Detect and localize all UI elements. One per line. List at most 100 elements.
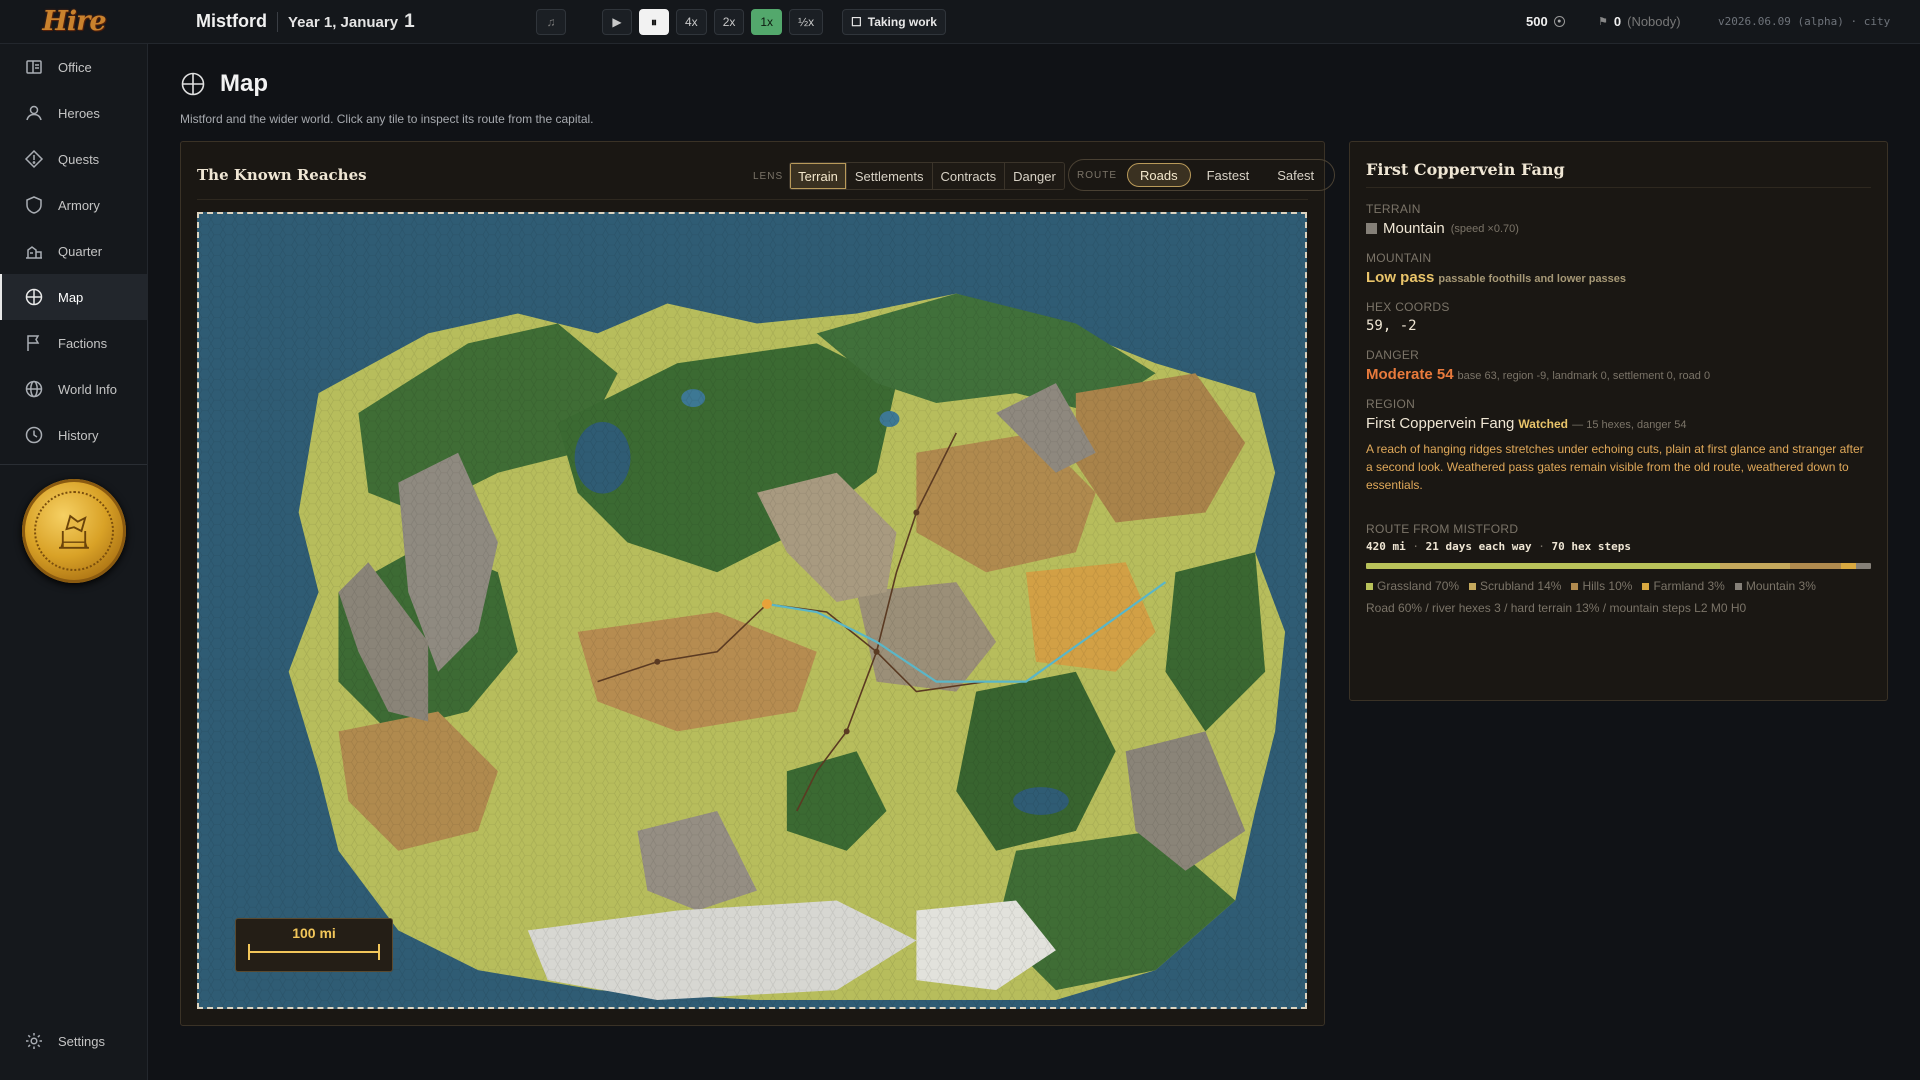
page-subtitle: Mistford and the wider world. Click any …: [180, 112, 594, 126]
speed-half-button[interactable]: ½x: [789, 9, 824, 35]
lens-danger-button[interactable]: Danger: [1005, 163, 1064, 189]
route-stats: 420 mi · 21 days each way · 70 hex steps: [1366, 540, 1871, 553]
lens-selector: LENS Terrain Settlements Contracts Dange…: [753, 162, 1065, 190]
sidebar-item-map[interactable]: Map: [0, 274, 147, 320]
version-label: v2026.06.09 (alpha) · city: [1718, 15, 1891, 28]
terrain-swatch: [1366, 223, 1377, 234]
capital-marker[interactable]: [761, 599, 772, 610]
section-label: MOUNTAIN: [1366, 251, 1432, 265]
terrain-mix-legend-item: Hills 10%: [1571, 579, 1632, 593]
region-name[interactable]: First Coppervein Fang: [1366, 415, 1514, 432]
settlement-marker[interactable]: [654, 658, 661, 665]
region-description: A reach of hanging ridges stretches unde…: [1366, 442, 1864, 492]
sidebar-item-armory[interactable]: Armory: [0, 182, 147, 228]
legend-label: Farmland 3%: [1653, 579, 1725, 593]
separator: ·: [1538, 540, 1545, 553]
region-status-badge: Watched: [1518, 417, 1568, 431]
route-selector: ROUTE Roads Fastest Safest: [1068, 159, 1336, 191]
speed-1x-button[interactable]: 1x: [751, 9, 783, 35]
section-label: TERRAIN: [1366, 202, 1421, 216]
lens-segmented-control: Terrain Settlements Contracts Danger: [789, 162, 1065, 190]
page-title: Map: [180, 70, 268, 98]
route-roads-button[interactable]: Roads: [1127, 163, 1191, 187]
lens-settlements-button[interactable]: Settlements: [846, 163, 933, 189]
route-days: 21 days each way: [1425, 540, 1532, 553]
legend-label: Grassland 70%: [1377, 579, 1460, 593]
terrain-mix-segment: [1366, 563, 1720, 569]
sidebar-item-factions[interactable]: Factions: [0, 320, 147, 366]
gear-icon: [24, 1031, 44, 1051]
music-toggle-button[interactable]: ♫: [536, 9, 566, 35]
tile-info-panel: First Coppervein Fang TERRAIN Mountain (…: [1349, 141, 1888, 701]
sidebar-item-office[interactable]: Office: [0, 44, 147, 90]
settlement-marker[interactable]: [843, 728, 850, 735]
tile-title: First Coppervein Fang: [1366, 160, 1871, 188]
mountain-value: Low pass passable foothills and lower pas…: [1366, 269, 1871, 286]
terrain-mix-segment: [1719, 563, 1791, 569]
page-heading: Map: [220, 70, 268, 97]
gold-amount: 500: [1526, 14, 1548, 29]
terrain-mix-segment: [1855, 563, 1871, 569]
sidebar-item-label: Map: [58, 289, 84, 305]
scale-bar: [248, 944, 380, 960]
route-footnote: Road 60% / river hexes 3 / hard terrain …: [1366, 601, 1747, 615]
sidebar-item-label: Quarter: [58, 243, 103, 259]
settlement-marker[interactable]: [913, 509, 920, 516]
diamond-icon: [24, 149, 44, 169]
speed-4x-button[interactable]: 4x: [676, 9, 707, 35]
play-button[interactable]: ▶: [602, 9, 632, 35]
taking-work-toggle[interactable]: ☐ Taking work: [842, 9, 946, 35]
lens-contracts-button[interactable]: Contracts: [932, 163, 1006, 189]
sidebar-item-settings[interactable]: Settings: [0, 1018, 148, 1064]
checkbox-icon: ☐: [851, 15, 862, 29]
separator: ·: [1412, 540, 1419, 553]
terrain-mix-bar: [1366, 563, 1871, 569]
danger-level: Moderate 54: [1366, 366, 1454, 383]
terrain-mix-legend-item: Mountain 3%: [1734, 579, 1816, 593]
route-safest-button[interactable]: Safest: [1265, 163, 1326, 187]
lens-terrain-button[interactable]: Terrain: [790, 163, 847, 189]
lens-label: LENS: [753, 170, 784, 182]
terrain-mix-legend: Grassland 70% Scrubland 14% Hills 10% Farml…: [1366, 579, 1871, 593]
sidebar-item-history[interactable]: History: [0, 412, 147, 458]
mountain-name: Low pass: [1366, 269, 1435, 286]
terrain-speed: (speed ×0.70): [1450, 222, 1519, 235]
pause-button[interactable]: ⏸: [639, 9, 669, 35]
sidebar-item-label: Quests: [58, 151, 100, 167]
coin-icon: ●: [1553, 16, 1565, 27]
legend-swatch: [1469, 583, 1477, 590]
route-section: ROUTE FROM MISTFORD 420 mi · 21 days eac…: [1366, 522, 1871, 615]
app-logo[interactable]: Hire: [0, 0, 148, 44]
guild-emblem-coin[interactable]: [22, 479, 126, 583]
sidebar-item-quarter[interactable]: Quarter: [0, 228, 147, 274]
hex-coords: 59, -2: [1366, 318, 1417, 334]
taking-work-label: Taking work: [867, 15, 937, 29]
mountain-note: passable foothills and lower passes: [1438, 273, 1627, 285]
settlement-marker[interactable]: [873, 648, 880, 655]
game-date: Year 1, January 1: [288, 11, 415, 33]
divider: [0, 464, 147, 465]
legend-swatch: [1642, 583, 1650, 590]
terrain-mix-legend-item: Farmland 3%: [1642, 579, 1725, 593]
sidebar-item-label: Armory: [58, 197, 100, 213]
route-distance: 420 mi: [1366, 540, 1406, 553]
sidebar-item-quests[interactable]: Quests: [0, 136, 147, 182]
region-note: — 15 hexes, danger 54: [1572, 419, 1687, 431]
region-value: First Coppervein Fang Watched — 15 hexes,…: [1366, 415, 1871, 432]
person-icon: [24, 103, 44, 123]
terrain-name: Mountain: [1383, 220, 1445, 237]
terrain-mix-legend-item: Grassland 70%: [1366, 579, 1459, 593]
route-fastest-button[interactable]: Fastest: [1195, 163, 1262, 187]
legend-label: Mountain 3%: [1745, 579, 1816, 593]
guild-name: (Nobody): [1627, 14, 1681, 29]
divider: [277, 11, 278, 32]
sidebar-item-heroes[interactable]: Heroes: [0, 90, 147, 136]
scale-label: 100 mi: [292, 925, 336, 941]
legend-swatch: [1571, 583, 1579, 590]
sidebar-item-world-info[interactable]: World Info: [0, 366, 147, 412]
compass-icon: [181, 72, 205, 96]
hex-map-canvas[interactable]: 100 mi: [197, 212, 1307, 1009]
speed-2x-button[interactable]: 2x: [713, 9, 745, 35]
legend-label: Hills 10%: [1582, 579, 1633, 593]
terrain-map[interactable]: [199, 214, 1305, 1007]
